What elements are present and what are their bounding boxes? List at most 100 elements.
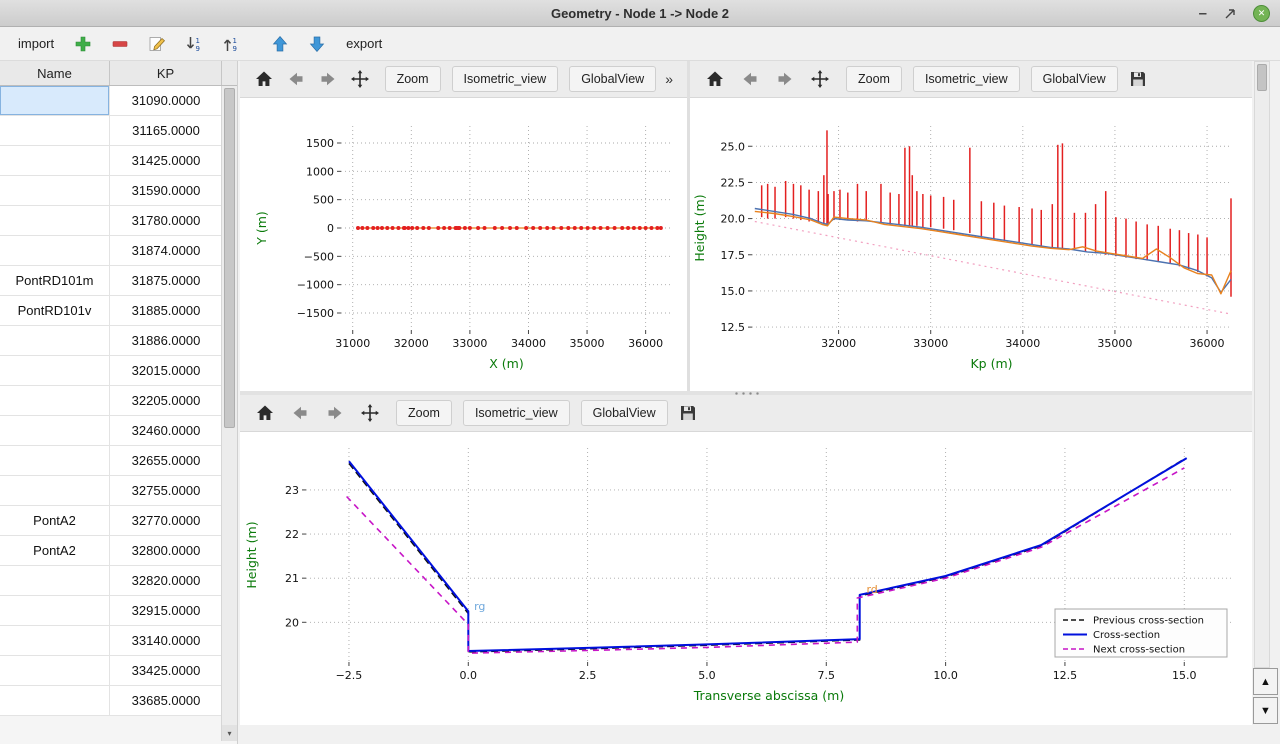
cell-name[interactable] — [0, 176, 110, 205]
cell-name[interactable] — [0, 86, 110, 115]
cell-name[interactable] — [0, 386, 110, 415]
table-row[interactable]: 31090.0000 — [0, 86, 222, 116]
cell-name[interactable] — [0, 116, 110, 145]
table-row[interactable]: PontRD101v31885.0000 — [0, 296, 222, 326]
cell-name[interactable] — [0, 656, 110, 685]
cell-kp[interactable]: 32800.0000 — [110, 536, 222, 565]
cell-name[interactable] — [0, 206, 110, 235]
cell-name[interactable] — [0, 446, 110, 475]
isometric-view-button[interactable]: Isometric_view — [463, 400, 570, 426]
table-scroll-down-button[interactable]: ▾ — [222, 725, 237, 741]
close-button[interactable]: ✕ — [1253, 5, 1270, 22]
table-scrollbar[interactable]: ▾ — [221, 86, 237, 741]
cell-name[interactable]: PontA2 — [0, 536, 110, 565]
pan-button[interactable] — [346, 65, 373, 93]
cell-kp[interactable]: 31780.0000 — [110, 206, 222, 235]
column-header-kp[interactable]: KP — [110, 61, 222, 85]
forward-button[interactable] — [770, 65, 800, 93]
cell-kp[interactable]: 32205.0000 — [110, 386, 222, 415]
vertical-scrollbar[interactable] — [1254, 61, 1270, 668]
cell-name[interactable] — [0, 476, 110, 505]
vertical-scrollbar-thumb[interactable] — [1257, 64, 1267, 91]
cell-kp[interactable]: 31425.0000 — [110, 146, 222, 175]
sort-ascending-button[interactable]: 19 — [219, 32, 243, 56]
cell-kp[interactable]: 32015.0000 — [110, 356, 222, 385]
cell-kp[interactable]: 31886.0000 — [110, 326, 222, 355]
table-row[interactable]: 32205.0000 — [0, 386, 222, 416]
restore-button[interactable] — [1224, 8, 1236, 20]
cell-name[interactable] — [0, 596, 110, 625]
cell-name[interactable] — [0, 416, 110, 445]
cell-name[interactable]: PontA2 — [0, 506, 110, 535]
cell-name[interactable] — [0, 356, 110, 385]
cell-name[interactable] — [0, 146, 110, 175]
pan-button[interactable] — [355, 399, 385, 427]
forward-button[interactable] — [320, 399, 350, 427]
table-row[interactable]: 31886.0000 — [0, 326, 222, 356]
plan-view-plot[interactable]: 310003200033000340003500036000−1500−1000… — [240, 98, 687, 390]
table-row[interactable]: 33425.0000 — [0, 656, 222, 686]
table-row[interactable]: 32820.0000 — [0, 566, 222, 596]
move-down-button[interactable] — [305, 32, 329, 56]
table-row[interactable]: 31874.0000 — [0, 236, 222, 266]
back-button[interactable] — [735, 65, 765, 93]
home-button[interactable] — [250, 65, 277, 93]
table-row[interactable]: 33685.0000 — [0, 686, 222, 716]
column-header-name[interactable]: Name — [0, 61, 110, 85]
cell-kp[interactable]: 32820.0000 — [110, 566, 222, 595]
cell-kp[interactable]: 32915.0000 — [110, 596, 222, 625]
table-row[interactable]: PontA232770.0000 — [0, 506, 222, 536]
cell-name[interactable] — [0, 626, 110, 655]
cell-name[interactable] — [0, 326, 110, 355]
table-scrollbar-thumb[interactable] — [224, 88, 235, 428]
cell-kp[interactable]: 31874.0000 — [110, 236, 222, 265]
cell-kp[interactable]: 32755.0000 — [110, 476, 222, 505]
edit-row-button[interactable] — [145, 32, 169, 56]
isometric-view-button[interactable]: Isometric_view — [452, 66, 559, 92]
forward-button[interactable] — [314, 65, 341, 93]
cell-kp[interactable]: 32460.0000 — [110, 416, 222, 445]
cell-kp[interactable]: 32655.0000 — [110, 446, 222, 475]
save-figure-button[interactable] — [1123, 65, 1153, 93]
globalview-button[interactable]: GlobalView — [569, 66, 656, 92]
back-button[interactable] — [285, 399, 315, 427]
cell-kp[interactable]: 32770.0000 — [110, 506, 222, 535]
cell-kp[interactable]: 33140.0000 — [110, 626, 222, 655]
table-row[interactable]: 32460.0000 — [0, 416, 222, 446]
zoom-button[interactable]: Zoom — [385, 66, 441, 92]
table-row[interactable]: 31590.0000 — [0, 176, 222, 206]
table-row[interactable]: PontRD101m31875.0000 — [0, 266, 222, 296]
cross-section-plot[interactable]: −2.50.02.55.07.510.012.515.020212223Tran… — [240, 432, 1252, 724]
back-button[interactable] — [282, 65, 309, 93]
table-row[interactable]: 33140.0000 — [0, 626, 222, 656]
cell-kp[interactable]: 33425.0000 — [110, 656, 222, 685]
import-button[interactable]: import — [14, 33, 58, 54]
title-bar[interactable]: Geometry - Node 1 -> Node 2 – ✕ — [0, 0, 1280, 27]
sort-descending-button[interactable]: 19 — [182, 32, 206, 56]
minimize-button[interactable]: – — [1199, 9, 1207, 19]
zoom-button[interactable]: Zoom — [846, 66, 902, 92]
table-row[interactable]: 31780.0000 — [0, 206, 222, 236]
move-up-button[interactable] — [268, 32, 292, 56]
table-row[interactable]: 32655.0000 — [0, 446, 222, 476]
cell-name[interactable] — [0, 686, 110, 715]
table-row[interactable]: 31165.0000 — [0, 116, 222, 146]
home-button[interactable] — [700, 65, 730, 93]
cell-kp[interactable]: 31090.0000 — [110, 86, 222, 115]
scroll-down-button[interactable]: ▼ — [1253, 697, 1278, 724]
export-button[interactable]: export — [342, 33, 386, 54]
scroll-up-button[interactable]: ▲ — [1253, 668, 1278, 695]
globalview-button[interactable]: GlobalView — [581, 400, 668, 426]
globalview-button[interactable]: GlobalView — [1031, 66, 1118, 92]
table-row[interactable]: 32015.0000 — [0, 356, 222, 386]
add-row-button[interactable] — [71, 32, 95, 56]
cell-name[interactable] — [0, 566, 110, 595]
isometric-view-button[interactable]: Isometric_view — [913, 66, 1020, 92]
table-row[interactable]: 32915.0000 — [0, 596, 222, 626]
pan-button[interactable] — [805, 65, 835, 93]
cell-kp[interactable]: 31885.0000 — [110, 296, 222, 325]
save-figure-button[interactable] — [673, 399, 703, 427]
cell-kp[interactable]: 31875.0000 — [110, 266, 222, 295]
cell-name[interactable] — [0, 236, 110, 265]
cell-name[interactable]: PontRD101v — [0, 296, 110, 325]
